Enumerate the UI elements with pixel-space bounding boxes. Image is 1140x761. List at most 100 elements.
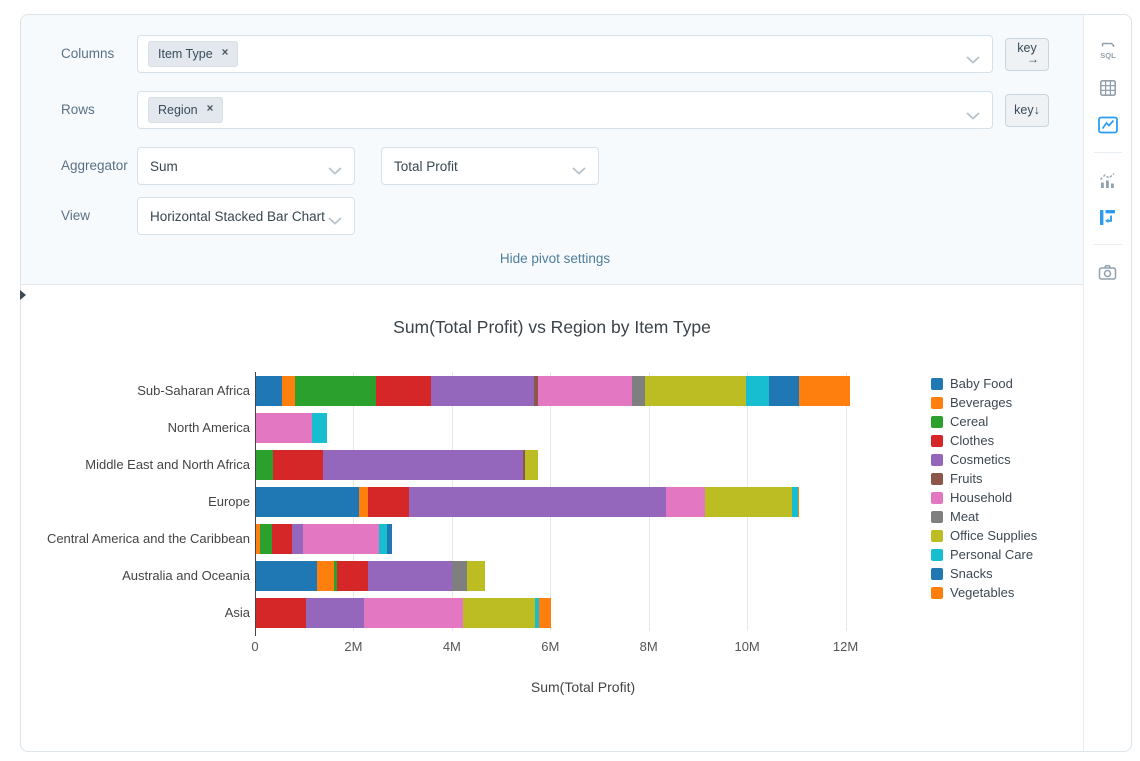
legend-label: Personal Care	[950, 547, 1034, 562]
bar-segment[interactable]	[431, 375, 534, 406]
legend-label: Beverages	[950, 395, 1013, 410]
bar-segment[interactable]	[798, 375, 851, 406]
bar-segment[interactable]	[256, 375, 282, 406]
x-tick-label: 2M	[344, 639, 363, 654]
bar-segment[interactable]	[798, 486, 800, 517]
bar-segment[interactable]	[294, 375, 376, 406]
columns-key-button[interactable]: key →	[1005, 37, 1049, 71]
bar-segment[interactable]	[705, 486, 793, 517]
aggregator-label: Aggregator	[61, 158, 128, 173]
hide-pivot-settings-link[interactable]: Hide pivot settings	[500, 251, 610, 266]
bar-segment[interactable]	[644, 375, 747, 406]
table-icon[interactable]	[1096, 76, 1120, 100]
legend-swatch	[931, 396, 943, 409]
bar-segment[interactable]	[256, 449, 273, 480]
bar-segment[interactable]	[746, 375, 770, 406]
close-icon[interactable]: ×	[222, 48, 229, 60]
bar-segment[interactable]	[525, 449, 538, 480]
legend-item[interactable]: Household	[931, 488, 1083, 507]
y-axis-labels: Sub-Saharan Africa North America Middle Ea…	[47, 372, 255, 631]
bar-segment[interactable]	[666, 486, 706, 517]
bar-segment[interactable]	[306, 597, 364, 628]
bar-segment[interactable]	[256, 597, 307, 628]
bar-segment[interactable]	[539, 597, 551, 628]
toolbar-divider	[1093, 152, 1122, 153]
bar-segment[interactable]	[632, 375, 645, 406]
legend-item[interactable]: Clothes	[931, 431, 1083, 450]
aggregator-field-select[interactable]: Total Profit	[381, 147, 599, 185]
x-axis-title: Sum(Total Profit)	[530, 679, 636, 695]
bar-segment[interactable]	[322, 449, 524, 480]
rows-select[interactable]: Region ×	[137, 91, 993, 129]
bar-segment[interactable]	[359, 486, 368, 517]
columns-select[interactable]: Item Type ×	[137, 35, 993, 73]
bar-segment[interactable]	[291, 523, 304, 554]
x-tick-label: 12M	[832, 639, 859, 654]
tag-item-type[interactable]: Item Type ×	[148, 41, 239, 67]
legend-item[interactable]: Office Supplies	[931, 526, 1083, 545]
bar-segment[interactable]	[368, 560, 452, 591]
bar-segment[interactable]	[769, 375, 799, 406]
tag-label: Item Type	[158, 47, 213, 61]
bar-row	[256, 486, 911, 517]
legend-item[interactable]: Beverages	[931, 393, 1083, 412]
bar-segment[interactable]	[409, 486, 667, 517]
bar-segment[interactable]	[281, 375, 295, 406]
bar-segment[interactable]	[387, 523, 393, 554]
legend-swatch	[931, 377, 943, 390]
bar-segment[interactable]	[259, 523, 273, 554]
bar-segment[interactable]	[467, 560, 486, 591]
chevron-down-icon	[328, 163, 342, 178]
close-icon[interactable]: ×	[207, 104, 214, 116]
legend-item[interactable]: Fruits	[931, 469, 1083, 488]
combo-chart-icon[interactable]	[1096, 168, 1120, 192]
chart-image-icon[interactable]	[1096, 113, 1120, 137]
legend-item[interactable]: Vegetables	[931, 583, 1083, 602]
bar-segment[interactable]	[272, 449, 323, 480]
camera-icon[interactable]	[1096, 260, 1120, 284]
collapse-handle[interactable]	[20, 283, 30, 307]
legend-label: Meat	[950, 509, 979, 524]
legend-swatch	[931, 453, 943, 466]
bar-segment[interactable]	[379, 523, 388, 554]
toolbar-divider	[1093, 244, 1122, 245]
legend-item[interactable]: Cereal	[931, 412, 1083, 431]
bar-segment[interactable]	[256, 560, 318, 591]
bar-segment[interactable]	[312, 412, 327, 443]
bar-segment[interactable]	[256, 412, 313, 443]
columns-row: Columns Item Type × key →	[61, 35, 1049, 73]
pivot-icon[interactable]	[1096, 205, 1120, 229]
sql-icon[interactable]: SQL	[1096, 39, 1120, 63]
bar-segment[interactable]	[375, 375, 432, 406]
x-tick-label: 0	[251, 639, 259, 654]
rows-row: Rows Region × key↓	[61, 91, 1049, 129]
bar-segment[interactable]	[337, 560, 368, 591]
bar-segment[interactable]	[537, 375, 633, 406]
legend-swatch	[931, 472, 943, 485]
y-category-label: Europe	[208, 494, 250, 509]
x-tick-label: 10M	[734, 639, 760, 654]
chart-section: Sum(Total Profit) vs Region by Item Type…	[21, 285, 1083, 751]
bar-segment[interactable]	[303, 523, 380, 554]
rows-key-button[interactable]: key↓	[1005, 93, 1049, 127]
bar-segment[interactable]	[317, 560, 334, 591]
legend-item[interactable]: Cosmetics	[931, 450, 1083, 469]
bar-segment[interactable]	[451, 560, 468, 591]
legend-item[interactable]: Baby Food	[931, 374, 1083, 393]
legend-swatch	[931, 567, 943, 580]
legend-item[interactable]: Snacks	[931, 564, 1083, 583]
bar-segment[interactable]	[272, 523, 292, 554]
y-category-label: Australia and Oceania	[122, 568, 250, 583]
legend-item[interactable]: Meat	[931, 507, 1083, 526]
legend-swatch	[931, 510, 943, 523]
legend-swatch	[931, 529, 943, 542]
pivot-settings-panel: Columns Item Type × key → Rows Region × …	[21, 15, 1083, 285]
view-select[interactable]: Horizontal Stacked Bar Chart	[137, 197, 355, 235]
aggregator-select[interactable]: Sum	[137, 147, 355, 185]
tag-region[interactable]: Region ×	[148, 97, 224, 123]
bar-segment[interactable]	[256, 486, 360, 517]
bar-segment[interactable]	[363, 597, 463, 628]
legend-item[interactable]: Personal Care	[931, 545, 1083, 564]
bar-segment[interactable]	[367, 486, 410, 517]
bar-segment[interactable]	[462, 597, 536, 628]
